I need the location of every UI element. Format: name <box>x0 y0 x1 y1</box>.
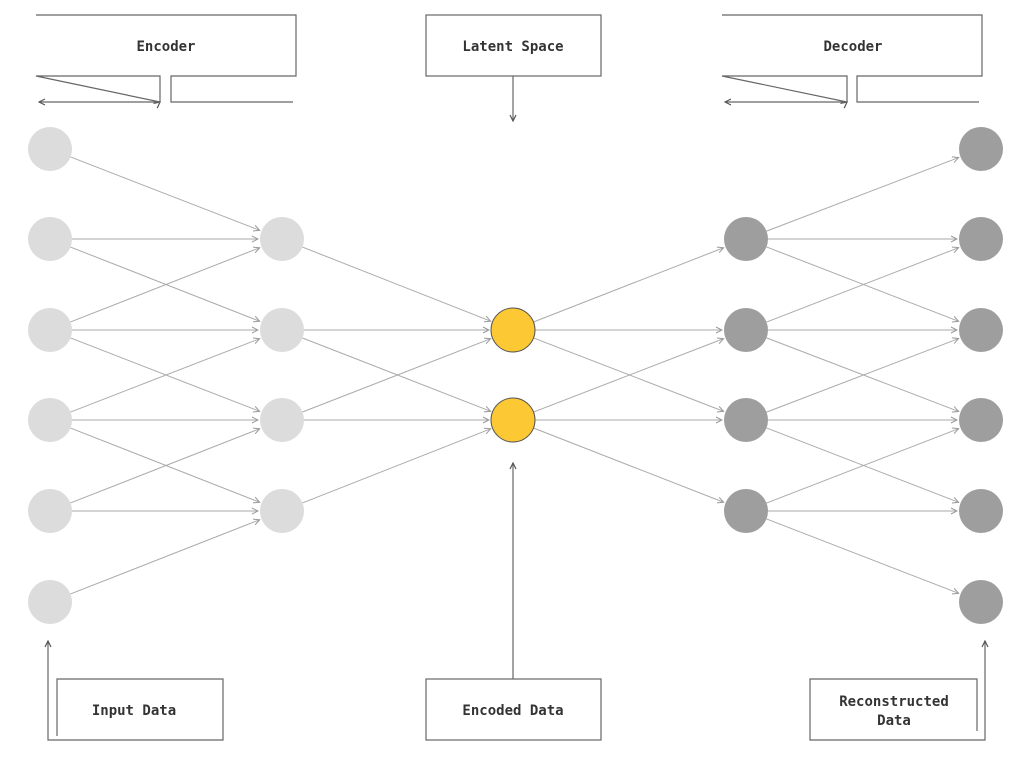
connection-arrow <box>766 427 959 502</box>
connection-arrow <box>302 429 490 504</box>
latent-node <box>490 307 536 353</box>
connection-arrow <box>766 248 959 323</box>
connection-arrow <box>766 518 959 593</box>
output-node <box>959 127 1003 171</box>
encoder-label-box: Encoder <box>35 14 297 102</box>
encoder-hidden-node <box>260 217 304 261</box>
connection-arrow <box>533 337 724 411</box>
connection-arrow <box>766 246 959 321</box>
connection-arrow <box>766 158 959 232</box>
input-data-label: Input Data <box>92 703 176 719</box>
reconstructed-data-label-line1: Reconstructed <box>839 694 949 710</box>
input-node <box>28 489 72 533</box>
connection-arrow <box>70 339 260 413</box>
connection-arrow <box>533 248 723 323</box>
output-node <box>959 489 1003 533</box>
input-node <box>28 127 72 171</box>
connection-arrow <box>533 427 723 502</box>
connection-arrow <box>302 246 490 321</box>
connection-arrow <box>302 337 490 411</box>
nodes <box>28 127 1003 624</box>
encoder-hidden-node <box>260 489 304 533</box>
output-node <box>959 580 1003 624</box>
input-node <box>28 308 72 352</box>
connection-arrow <box>70 246 259 321</box>
diagram-canvas: Encoder Latent Space Decoder Input Data … <box>28 14 1003 741</box>
input-node <box>28 580 72 624</box>
reconstructed-data-label-line2: Data <box>877 713 911 729</box>
connections <box>70 157 958 594</box>
connection-arrow <box>70 427 259 502</box>
connection-arrow <box>70 429 259 504</box>
connection-arrow <box>70 156 260 230</box>
connection-arrow <box>533 339 724 413</box>
connection-arrow <box>766 339 959 413</box>
encoded-data-label: Encoded Data <box>462 703 563 719</box>
decoder-hidden-node <box>724 489 768 533</box>
output-node <box>959 217 1003 261</box>
encoded-data-label-box: Encoded Data <box>425 463 602 741</box>
autoencoder-diagram: Encoder Latent Space Decoder Input Data … <box>0 0 1024 761</box>
connection-arrow <box>302 339 490 413</box>
decoder-label: Decoder <box>823 39 882 55</box>
decoder-label-box: Decoder <box>721 14 983 102</box>
connection-arrow <box>70 248 259 323</box>
input-node <box>28 398 72 442</box>
connection-arrow <box>70 337 260 411</box>
encoder-hidden-node <box>260 308 304 352</box>
reconstructed-data-label-box: Reconstructed Data <box>809 641 985 741</box>
output-node <box>959 398 1003 442</box>
connection-arrow <box>766 429 959 504</box>
latent-space-label-box: Latent Space <box>425 14 602 121</box>
decoder-hidden-node <box>724 308 768 352</box>
latent-node <box>490 397 536 443</box>
encoder-label: Encoder <box>136 39 195 55</box>
encoder-hidden-node <box>260 398 304 442</box>
input-data-label-box: Input Data <box>48 641 224 741</box>
output-node <box>959 308 1003 352</box>
decoder-hidden-node <box>724 398 768 442</box>
input-node <box>28 217 72 261</box>
connection-arrow <box>70 520 259 595</box>
decoder-hidden-node <box>724 217 768 261</box>
connection-arrow <box>766 337 959 412</box>
latent-space-label: Latent Space <box>462 39 563 55</box>
